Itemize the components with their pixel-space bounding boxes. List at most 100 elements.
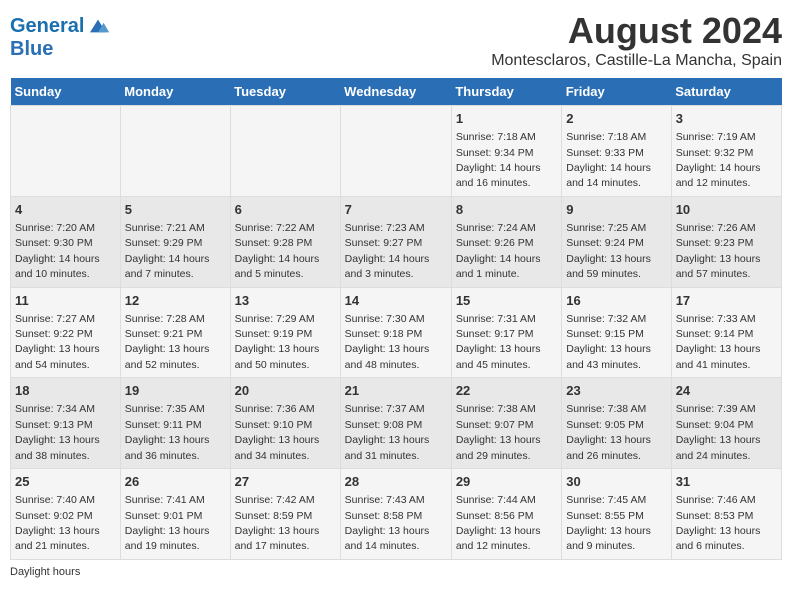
day-info: Sunrise: 7:18 AM Sunset: 9:34 PM Dayligh… [456, 131, 541, 189]
calendar-cell: 28 Sunrise: 7:43 AM Sunset: 8:58 PM Dayli… [340, 469, 451, 560]
day-number: 10 [676, 201, 777, 219]
footer-daylight: Daylight hours [10, 566, 782, 578]
calendar-cell: 12 Sunrise: 7:28 AM Sunset: 9:21 PM Dayli… [120, 287, 230, 378]
day-info: Sunrise: 7:23 AM Sunset: 9:27 PM Dayligh… [345, 222, 430, 280]
day-number: 8 [456, 201, 557, 219]
logo-icon [86, 14, 110, 38]
calendar-cell: 22 Sunrise: 7:38 AM Sunset: 9:07 PM Dayli… [451, 378, 561, 469]
day-info: Sunrise: 7:26 AM Sunset: 9:23 PM Dayligh… [676, 222, 761, 280]
day-number: 21 [345, 382, 447, 400]
calendar-cell: 25 Sunrise: 7:40 AM Sunset: 9:02 PM Dayli… [11, 469, 121, 560]
days-header-row: SundayMondayTuesdayWednesdayThursdayFrid… [11, 78, 782, 106]
day-header-tuesday: Tuesday [230, 78, 340, 106]
main-title: August 2024 [491, 10, 782, 52]
day-info: Sunrise: 7:46 AM Sunset: 8:53 PM Dayligh… [676, 494, 761, 552]
day-number: 16 [566, 292, 666, 310]
calendar-cell: 9Sunrise: 7:25 AM Sunset: 9:24 PM Daylig… [562, 196, 671, 287]
day-number: 20 [235, 382, 336, 400]
day-info: Sunrise: 7:41 AM Sunset: 9:01 PM Dayligh… [125, 494, 210, 552]
day-number: 3 [676, 110, 777, 128]
day-header-saturday: Saturday [671, 78, 781, 106]
day-info: Sunrise: 7:27 AM Sunset: 9:22 PM Dayligh… [15, 313, 100, 371]
calendar-cell: 20 Sunrise: 7:36 AM Sunset: 9:10 PM Dayli… [230, 378, 340, 469]
calendar-cell: 5 Sunrise: 7:21 AM Sunset: 9:29 PM Daylig… [120, 196, 230, 287]
day-info: Sunrise: 7:38 AM Sunset: 9:05 PM Dayligh… [566, 403, 651, 461]
day-number: 6 [235, 201, 336, 219]
day-number: 25 [15, 473, 116, 491]
day-number: 17 [676, 292, 777, 310]
calendar-cell: 24Sunrise: 7:39 AM Sunset: 9:04 PM Dayli… [671, 378, 781, 469]
week-row-3: 11Sunrise: 7:27 AM Sunset: 9:22 PM Dayli… [11, 287, 782, 378]
calendar-cell [340, 106, 451, 197]
day-number: 27 [235, 473, 336, 491]
day-info: Sunrise: 7:38 AM Sunset: 9:07 PM Dayligh… [456, 403, 541, 461]
calendar-cell: 15 Sunrise: 7:31 AM Sunset: 9:17 PM Dayli… [451, 287, 561, 378]
day-number: 2 [566, 110, 666, 128]
logo: General Blue [10, 14, 110, 60]
day-info: Sunrise: 7:19 AM Sunset: 9:32 PM Dayligh… [676, 131, 761, 189]
calendar-cell: 11Sunrise: 7:27 AM Sunset: 9:22 PM Dayli… [11, 287, 121, 378]
day-number: 15 [456, 292, 557, 310]
day-info: Sunrise: 7:22 AM Sunset: 9:28 PM Dayligh… [235, 222, 320, 280]
day-number: 30 [566, 473, 666, 491]
day-info: Sunrise: 7:43 AM Sunset: 8:58 PM Dayligh… [345, 494, 430, 552]
day-info: Sunrise: 7:40 AM Sunset: 9:02 PM Dayligh… [15, 494, 100, 552]
week-row-5: 25 Sunrise: 7:40 AM Sunset: 9:02 PM Dayli… [11, 469, 782, 560]
day-number: 18 [15, 382, 116, 400]
day-number: 26 [125, 473, 226, 491]
day-info: Sunrise: 7:33 AM Sunset: 9:14 PM Dayligh… [676, 313, 761, 371]
calendar-cell: 26 Sunrise: 7:41 AM Sunset: 9:01 PM Dayli… [120, 469, 230, 560]
day-number: 12 [125, 292, 226, 310]
calendar-cell: 16 Sunrise: 7:32 AM Sunset: 9:15 PM Dayli… [562, 287, 671, 378]
logo-text: General [10, 15, 84, 37]
calendar-cell: 23Sunrise: 7:38 AM Sunset: 9:05 PM Dayli… [562, 378, 671, 469]
day-number: 14 [345, 292, 447, 310]
week-row-4: 18Sunrise: 7:34 AM Sunset: 9:13 PM Dayli… [11, 378, 782, 469]
calendar-cell: 3 Sunrise: 7:19 AM Sunset: 9:32 PM Daylig… [671, 106, 781, 197]
day-info: Sunrise: 7:25 AM Sunset: 9:24 PM Dayligh… [566, 222, 651, 280]
calendar-table: SundayMondayTuesdayWednesdayThursdayFrid… [10, 78, 782, 560]
day-info: Sunrise: 7:31 AM Sunset: 9:17 PM Dayligh… [456, 313, 541, 371]
day-info: Sunrise: 7:45 AM Sunset: 8:55 PM Dayligh… [566, 494, 651, 552]
calendar-cell: 30 Sunrise: 7:45 AM Sunset: 8:55 PM Dayli… [562, 469, 671, 560]
calendar-cell: 19Sunrise: 7:35 AM Sunset: 9:11 PM Dayli… [120, 378, 230, 469]
day-number: 7 [345, 201, 447, 219]
calendar-cell: 8Sunrise: 7:24 AM Sunset: 9:26 PM Daylig… [451, 196, 561, 287]
calendar-cell: 7 Sunrise: 7:23 AM Sunset: 9:27 PM Daylig… [340, 196, 451, 287]
day-info: Sunrise: 7:37 AM Sunset: 9:08 PM Dayligh… [345, 403, 430, 461]
day-number: 4 [15, 201, 116, 219]
day-number: 29 [456, 473, 557, 491]
day-info: Sunrise: 7:35 AM Sunset: 9:11 PM Dayligh… [125, 403, 210, 461]
day-info: Sunrise: 7:20 AM Sunset: 9:30 PM Dayligh… [15, 222, 100, 280]
calendar-cell: 31 Sunrise: 7:46 AM Sunset: 8:53 PM Dayli… [671, 469, 781, 560]
day-info: Sunrise: 7:21 AM Sunset: 9:29 PM Dayligh… [125, 222, 210, 280]
day-info: Sunrise: 7:42 AM Sunset: 8:59 PM Dayligh… [235, 494, 320, 552]
calendar-cell: 4 Sunrise: 7:20 AM Sunset: 9:30 PM Daylig… [11, 196, 121, 287]
day-info: Sunrise: 7:39 AM Sunset: 9:04 PM Dayligh… [676, 403, 761, 461]
day-header-friday: Friday [562, 78, 671, 106]
day-number: 5 [125, 201, 226, 219]
calendar-cell: 17 Sunrise: 7:33 AM Sunset: 9:14 PM Dayli… [671, 287, 781, 378]
day-number: 28 [345, 473, 447, 491]
day-number: 31 [676, 473, 777, 491]
day-header-wednesday: Wednesday [340, 78, 451, 106]
day-info: Sunrise: 7:28 AM Sunset: 9:21 PM Dayligh… [125, 313, 210, 371]
calendar-cell: 18Sunrise: 7:34 AM Sunset: 9:13 PM Dayli… [11, 378, 121, 469]
day-info: Sunrise: 7:29 AM Sunset: 9:19 PM Dayligh… [235, 313, 320, 371]
calendar-cell [120, 106, 230, 197]
calendar-cell [230, 106, 340, 197]
calendar-cell: 21 Sunrise: 7:37 AM Sunset: 9:08 PM Dayli… [340, 378, 451, 469]
day-number: 22 [456, 382, 557, 400]
calendar-cell: 29Sunrise: 7:44 AM Sunset: 8:56 PM Dayli… [451, 469, 561, 560]
header: General Blue August 2024 Montesclaros, C… [10, 10, 782, 70]
calendar-cell [11, 106, 121, 197]
calendar-cell: 10 Sunrise: 7:26 AM Sunset: 9:23 PM Dayli… [671, 196, 781, 287]
day-number: 13 [235, 292, 336, 310]
week-row-2: 4 Sunrise: 7:20 AM Sunset: 9:30 PM Daylig… [11, 196, 782, 287]
week-row-1: 1Sunrise: 7:18 AM Sunset: 9:34 PM Daylig… [11, 106, 782, 197]
calendar-cell: 27 Sunrise: 7:42 AM Sunset: 8:59 PM Dayli… [230, 469, 340, 560]
day-info: Sunrise: 7:36 AM Sunset: 9:10 PM Dayligh… [235, 403, 320, 461]
logo-text2: Blue [10, 38, 110, 60]
day-header-monday: Monday [120, 78, 230, 106]
day-info: Sunrise: 7:32 AM Sunset: 9:15 PM Dayligh… [566, 313, 651, 371]
